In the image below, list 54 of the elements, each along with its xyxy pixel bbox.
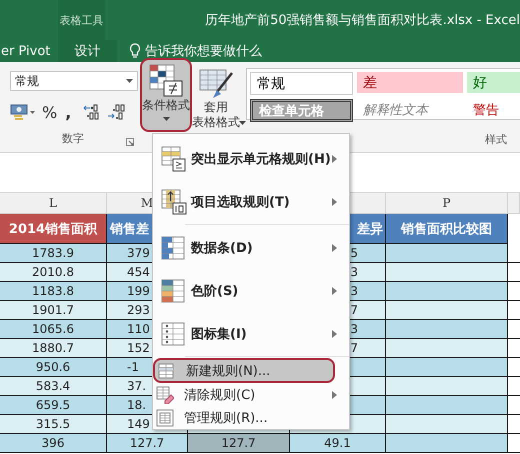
table-cell: 659.5: [0, 396, 107, 414]
group-label: 样式: [485, 132, 507, 147]
table-header-cell: 销售面积比较图: [386, 214, 508, 244]
cell-style[interactable]: 解释性文本: [357, 99, 463, 120]
dialog-launcher-icon: [126, 138, 134, 146]
cell-style[interactable]: 差: [357, 72, 463, 93]
table-cell: 127.7: [107, 434, 188, 452]
group-label: 数字: [62, 131, 84, 146]
conditional-format-button[interactable]: 条件格式: [140, 58, 192, 132]
icon-sets-icon: [161, 322, 185, 346]
table-brush-icon: [199, 68, 233, 100]
dropdown-icon: [126, 79, 133, 83]
highlight-rules-icon: [161, 146, 187, 172]
menu-item[interactable]: 新建规则(N)...: [153, 358, 335, 383]
eraser-icon: [156, 386, 174, 404]
data-bars-icon: [161, 236, 185, 260]
ribbon-tab[interactable]: 设计: [58, 40, 117, 62]
dropdown-icon: [162, 117, 170, 121]
cell-style[interactable]: 警告: [467, 99, 520, 120]
table-cell: 583.4: [0, 377, 107, 395]
table-cell: 1880.7: [0, 339, 107, 357]
percent-button[interactable]: %: [40, 102, 60, 122]
table-header-cell: 2014销售面积: [0, 214, 107, 244]
table-cell: 49.1: [290, 434, 386, 452]
column-header[interactable]: L: [0, 193, 107, 213]
money-icon: [10, 103, 36, 121]
decrease-decimal-button[interactable]: [107, 104, 128, 120]
table-cell: 2010.8: [0, 263, 107, 281]
table-cell: 950.6: [0, 358, 107, 376]
decrease-decimal-icon: [107, 104, 128, 120]
table-cell: 315.5: [0, 415, 107, 433]
cell-style[interactable]: 常规: [250, 72, 353, 95]
table-cell: 1783.9: [0, 244, 107, 262]
conditional-format-icon: [149, 64, 183, 98]
number-format-dropdown[interactable]: 常规: [10, 71, 138, 91]
table-cell: 1901.7: [0, 301, 107, 319]
lightbulb-icon: [129, 43, 141, 59]
comma-button[interactable]: ,: [63, 102, 74, 122]
table-cell: 1065.6: [0, 320, 107, 338]
table-cell: 127.7: [188, 434, 290, 452]
column-header[interactable]: P: [386, 193, 508, 213]
menu-item[interactable]: 突出显示单元格规则(H): [153, 137, 349, 180]
ribbon-tab[interactable]: er Pivot: [0, 40, 58, 62]
cell-style[interactable]: 好: [467, 72, 520, 93]
table-cell: 396: [0, 434, 107, 452]
manage-rules-icon: [156, 408, 174, 426]
top-rules-icon: [161, 188, 187, 214]
tell-me-search[interactable]: 告诉我你想要做什么: [129, 42, 262, 60]
color-scale-icon: [161, 278, 185, 302]
window-title: 历年地产前50强销售额与销售面积对比表.xlsx - Excel: [205, 12, 520, 29]
currency-button[interactable]: [10, 103, 36, 121]
context-group-label: 表格工具: [58, 0, 106, 40]
dropdown-icon: [239, 121, 246, 125]
table-cell: 1183.8: [0, 282, 107, 300]
